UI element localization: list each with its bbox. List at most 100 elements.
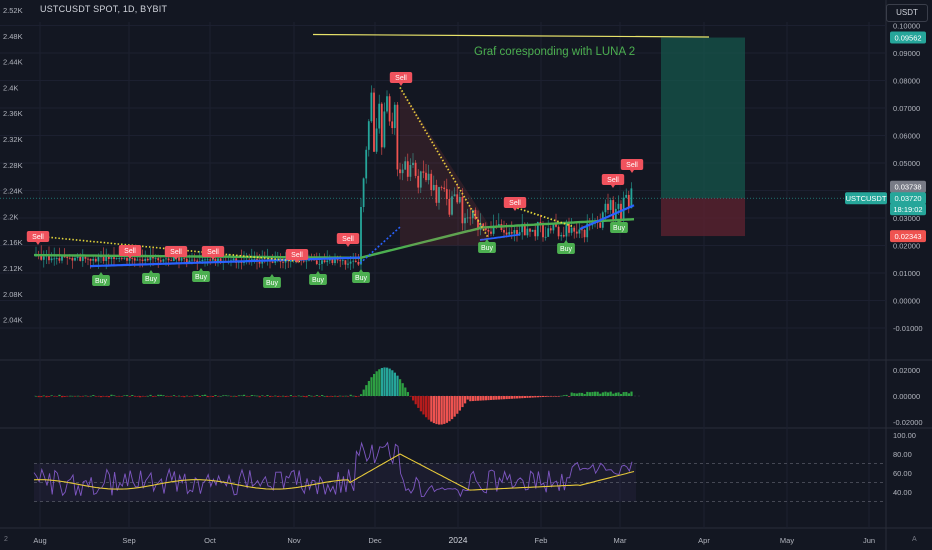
candle-body	[393, 104, 396, 129]
candle-body	[383, 111, 386, 148]
candle-body	[386, 96, 388, 112]
candle-body	[534, 229, 537, 237]
macd-bar	[443, 396, 446, 424]
macd-bar	[188, 396, 191, 397]
macd-bar	[76, 395, 79, 397]
candle-body	[258, 261, 261, 264]
macd-bar	[422, 396, 425, 415]
macd-bar	[256, 395, 259, 397]
candle-body	[326, 260, 329, 263]
left-axis-label: 2.08K	[3, 290, 23, 299]
candle-body	[76, 257, 79, 258]
macd-bar	[508, 396, 511, 399]
candle-body	[271, 261, 274, 263]
time-axis-label: Mar	[614, 536, 627, 545]
macd-bar	[391, 370, 394, 396]
candle-body	[362, 178, 365, 207]
candle-body	[365, 149, 368, 179]
macd-bar	[339, 395, 342, 397]
macd-bar	[526, 396, 529, 398]
candle-body	[253, 259, 256, 260]
left-axis-label: 2.04K	[3, 316, 23, 325]
candle-body	[323, 260, 326, 263]
chart-canvas[interactable]: 2.52K 2.48K 2.44K 2.4K 2.36K 2.32K 2.28K 2.24K 2…	[0, 0, 932, 550]
macd-bar	[55, 396, 58, 397]
macd-bar	[448, 396, 451, 422]
candle-body	[66, 256, 69, 258]
target-price-tag-label: 0.09562	[894, 34, 921, 43]
macd-bar	[185, 395, 188, 397]
macd-bar	[276, 396, 279, 397]
buy-signal-label: Buy	[266, 280, 279, 287]
macd-bar	[575, 393, 578, 396]
candle-body	[144, 258, 147, 261]
sell-signal-label: Sell	[291, 252, 303, 259]
macd-bar	[193, 395, 196, 397]
macd-bar	[227, 395, 230, 397]
macd-bar	[211, 396, 214, 398]
candle-body	[544, 236, 547, 238]
macd-bar	[66, 396, 69, 397]
sell-signal-pointer	[36, 242, 40, 245]
macd-bar	[354, 396, 357, 397]
macd-bar	[269, 396, 272, 397]
macd-bar	[178, 395, 181, 397]
macd-bar	[68, 395, 71, 397]
currency-button[interactable]: USDT	[886, 4, 928, 22]
macd-bar	[412, 396, 415, 401]
timezone-glyph[interactable]: 2	[4, 536, 8, 543]
sell-signal-pointer	[630, 170, 634, 173]
auto-scale-button[interactable]: A	[912, 536, 917, 543]
candle-body	[180, 258, 183, 261]
macd-bar	[375, 371, 378, 396]
macd-bar	[266, 395, 269, 396]
macd-bar	[591, 391, 594, 396]
candle-body	[357, 261, 360, 265]
candle-body	[490, 231, 492, 234]
macd-bar	[261, 395, 264, 396]
macd-bar	[386, 367, 389, 396]
sell-signal-label: Sell	[32, 234, 44, 241]
candle-body	[159, 260, 162, 262]
left-axis-label: 2.16K	[3, 238, 23, 247]
macd-bar	[123, 395, 126, 397]
price-axis-label: 0.09000	[893, 49, 920, 58]
macd-bar	[271, 396, 274, 397]
candle-body	[162, 259, 165, 262]
macd-bar	[172, 395, 175, 396]
buy-signal-label: Buy	[613, 225, 626, 232]
price-axis-label: 0.08000	[893, 77, 920, 86]
buy-signal-pointer	[564, 240, 568, 243]
macd-bar	[435, 396, 438, 425]
candle-body	[170, 260, 173, 262]
macd-bar	[539, 396, 542, 398]
left-axis-label: 2.52K	[3, 6, 23, 15]
rsi-axis-label: 80.00	[893, 450, 912, 459]
candle-body	[529, 228, 531, 232]
macd-bar	[100, 396, 103, 398]
time-axis-label: Jun	[863, 536, 875, 545]
macd-bar	[204, 394, 207, 396]
macd-bar	[349, 394, 352, 396]
macd-axis-label: 0.02000	[893, 366, 920, 375]
macd-bar	[555, 396, 558, 397]
macd-bar	[318, 396, 321, 397]
candle-body	[154, 258, 157, 259]
candle-body	[146, 258, 149, 261]
macd-bar	[282, 395, 285, 397]
macd-bar	[425, 396, 428, 418]
macd-bar	[438, 396, 441, 425]
candle-body	[573, 227, 576, 232]
macd-bar	[292, 396, 295, 397]
time-axis-label: Feb	[535, 536, 548, 545]
candle-body	[193, 259, 196, 261]
macd-bar	[297, 395, 300, 397]
candle-body	[97, 257, 100, 262]
macd-bar	[373, 373, 376, 396]
macd-bar	[102, 396, 105, 397]
candle-body	[204, 259, 206, 261]
macd-bar	[149, 394, 152, 396]
buy-signal-label: Buy	[145, 276, 158, 283]
macd-bar	[365, 385, 368, 396]
candle-body	[617, 203, 620, 209]
